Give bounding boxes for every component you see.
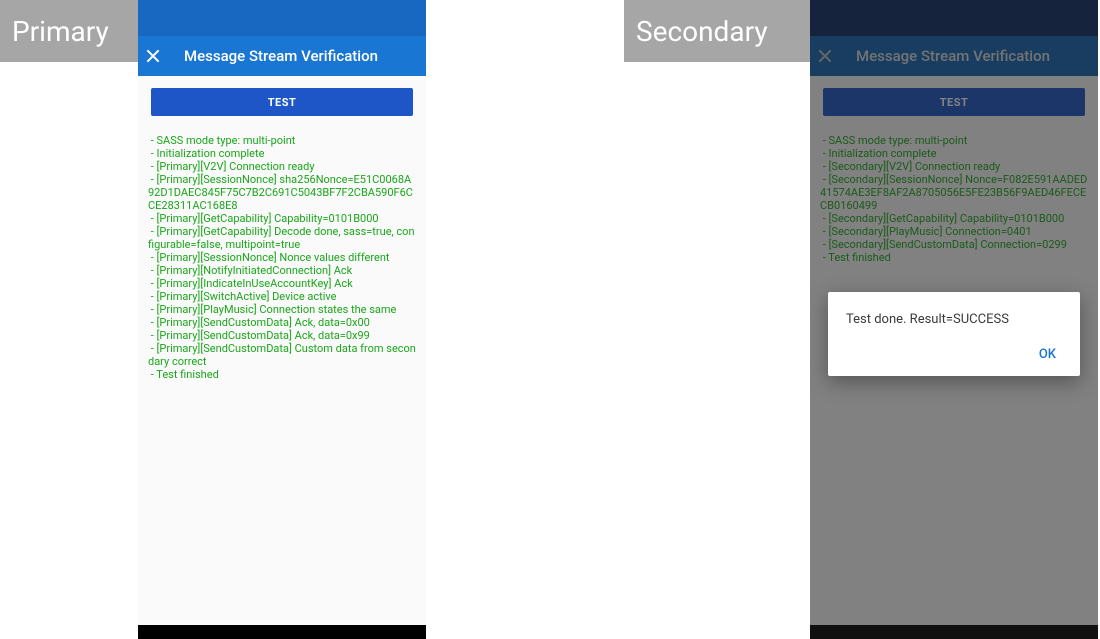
test-button-label: TEST — [268, 96, 297, 109]
app-bar-title: Message Stream Verification — [184, 47, 378, 65]
primary-content: TEST - SASS mode type: multi-point - Ini… — [138, 76, 426, 625]
side-by-side-canvas: Primary Message Stream Verification TEST… — [0, 0, 1100, 639]
secondary-panel-label-text: Secondary — [636, 15, 768, 48]
test-button[interactable]: TEST — [151, 88, 413, 116]
primary-panel-label: Primary — [0, 0, 138, 62]
test-button-label: TEST — [940, 96, 969, 109]
app-bar: Message Stream Verification — [138, 36, 426, 76]
test-button[interactable]: TEST — [823, 88, 1085, 116]
dialog-message: Test done. Result=SUCCESS — [846, 312, 1062, 327]
nav-bar — [810, 625, 1098, 639]
app-bar-title: Message Stream Verification — [856, 47, 1050, 65]
primary-panel-label-text: Primary — [12, 15, 109, 48]
secondary-panel-label: Secondary — [624, 0, 810, 62]
primary-phone: Message Stream Verification TEST - SASS … — [138, 0, 426, 639]
secondary-log: - SASS mode type: multi-point - Initiali… — [820, 134, 1088, 264]
close-icon[interactable] — [818, 49, 832, 63]
primary-log: - SASS mode type: multi-point - Initiali… — [148, 134, 416, 381]
nav-bar — [138, 625, 426, 639]
dialog-actions: OK — [846, 343, 1062, 366]
status-bar — [138, 0, 426, 36]
app-bar: Message Stream Verification — [810, 36, 1098, 76]
dialog-ok-button[interactable]: OK — [1033, 343, 1062, 366]
result-dialog: Test done. Result=SUCCESS OK — [828, 292, 1080, 376]
secondary-phone: Message Stream Verification TEST - SASS … — [810, 0, 1098, 639]
status-bar — [810, 0, 1098, 36]
close-icon[interactable] — [146, 49, 160, 63]
